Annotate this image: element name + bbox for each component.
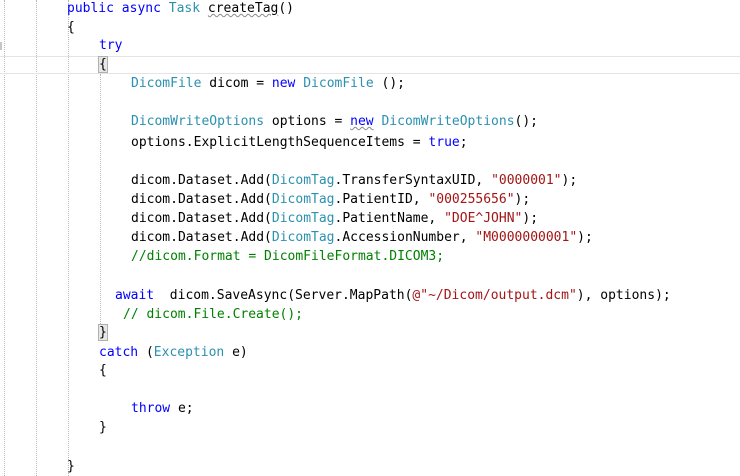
code-text: options.ExplicitLengthSequenceItems =	[131, 135, 429, 150]
type-name: DicomWriteOptions	[131, 114, 265, 129]
code-line-dataset-add[interactable]: dicom.Dataset.Add(DicomTag.TransferSynta…	[131, 172, 577, 190]
code-line-dataset-add[interactable]: dicom.Dataset.Add(DicomTag.PatientName, …	[131, 210, 538, 228]
keyword: try	[99, 38, 123, 53]
code-line-writeoptions-new[interactable]: DicomWriteOptions options = new DicomWri…	[131, 113, 538, 131]
code-text: );	[577, 230, 593, 245]
code-text: options =	[264, 114, 351, 129]
code-text: .AccessionNumber,	[334, 230, 476, 245]
change-marker	[0, 42, 2, 50]
current-line-highlight	[0, 56, 740, 74]
type-name: Exception	[153, 345, 225, 360]
type-name: Task	[168, 1, 201, 16]
code-line-brace[interactable]: }	[98, 324, 108, 342]
string-literal: @"~/Dicom/output.dcm"	[412, 288, 577, 303]
comment-text: // dicom.File.Create();	[123, 307, 304, 322]
code-editor[interactable]: public async Task createTag() { try { Di…	[0, 0, 740, 476]
code-line-method-signature[interactable]: public async Task createTag()	[67, 0, 294, 18]
code-text: ();	[373, 76, 405, 91]
code-text: );	[522, 211, 539, 226]
keyword: public	[67, 1, 114, 16]
string-literal: "0000001"	[491, 173, 562, 188]
code-line-dicomfile-new[interactable]: DicomFile dicom = new DicomFile ();	[131, 75, 405, 93]
type-name: DicomTag	[271, 192, 335, 207]
code-line-brace[interactable]: {	[98, 56, 108, 74]
code-line-brace[interactable]: }	[99, 419, 107, 437]
code-line-try[interactable]: try	[99, 37, 122, 55]
type-name: DicomTag	[271, 211, 335, 226]
code-text: dicom.Dataset.Add(	[131, 230, 272, 245]
keyword: new	[350, 114, 374, 129]
string-literal: "DOE^JOHN"	[444, 211, 523, 226]
keyword: await	[115, 288, 155, 303]
keyword: new	[271, 76, 296, 91]
keyword: async	[121, 1, 161, 16]
code-text: dicom =	[201, 76, 272, 91]
code-text: ), options);	[576, 288, 671, 303]
code-line-explicit-length[interactable]: options.ExplicitLengthSequenceItems = tr…	[131, 134, 468, 152]
code-line-await-save[interactable]: await dicom.SaveAsync(Server.MapPath(@"~…	[115, 287, 671, 305]
type-name: DicomFile	[131, 76, 202, 91]
string-literal: "000255656"	[428, 192, 515, 207]
code-line-throw[interactable]: throw e;	[131, 400, 194, 418]
open-brace: {	[67, 20, 75, 35]
code-line-dataset-add[interactable]: dicom.Dataset.Add(DicomTag.AccessionNumb…	[131, 229, 593, 247]
code-text: .PatientName,	[334, 211, 445, 226]
code-line-brace[interactable]: {	[67, 19, 75, 37]
code-text: ;	[459, 135, 468, 150]
indent-guide	[100, 74, 101, 326]
code-text: );	[514, 192, 531, 207]
code-text: (	[138, 345, 154, 360]
code-text: dicom.Dataset.Add(	[131, 192, 272, 207]
code-text: dicom.Dataset.Add(	[131, 211, 272, 226]
code-text: ()	[278, 1, 295, 16]
close-brace: }	[67, 459, 75, 474]
type-name: DicomFile	[303, 76, 374, 91]
type-name: DicomWriteOptions	[381, 114, 515, 129]
keyword: true	[428, 135, 460, 150]
code-text: .PatientID,	[334, 192, 429, 207]
code-line-brace[interactable]: }	[67, 458, 75, 476]
code-line-dataset-add[interactable]: dicom.Dataset.Add(DicomTag.PatientID, "0…	[131, 191, 530, 209]
comment-text: //dicom.Format = DicomFileFormat.DICOM3;	[131, 249, 445, 264]
type-name: DicomTag	[271, 173, 335, 188]
type-name: DicomTag	[271, 230, 335, 245]
code-text: ();	[514, 114, 539, 129]
code-text: );	[561, 173, 578, 188]
keyword: catch	[99, 345, 139, 360]
code-line-comment[interactable]: // dicom.File.Create();	[123, 306, 303, 324]
matched-open-brace: {	[98, 56, 108, 73]
code-line-brace[interactable]: {	[99, 362, 107, 380]
code-line-catch[interactable]: catch (Exception e)	[99, 344, 248, 362]
code-text: e)	[224, 345, 248, 360]
code-text: dicom.Dataset.Add(	[131, 173, 272, 188]
code-text: dicom.SaveAsync(Server.MapPath(	[154, 288, 413, 303]
method-name: createTag	[207, 1, 279, 16]
open-brace: {	[99, 363, 107, 378]
code-line-comment[interactable]: //dicom.Format = DicomFileFormat.DICOM3;	[131, 248, 444, 266]
string-literal: "M0000000001"	[475, 230, 578, 245]
matched-close-brace: }	[98, 324, 108, 341]
code-text: .TransferSyntaxUID,	[334, 173, 492, 188]
code-text: e;	[170, 401, 194, 416]
keyword: throw	[131, 401, 171, 416]
close-brace: }	[99, 420, 107, 435]
